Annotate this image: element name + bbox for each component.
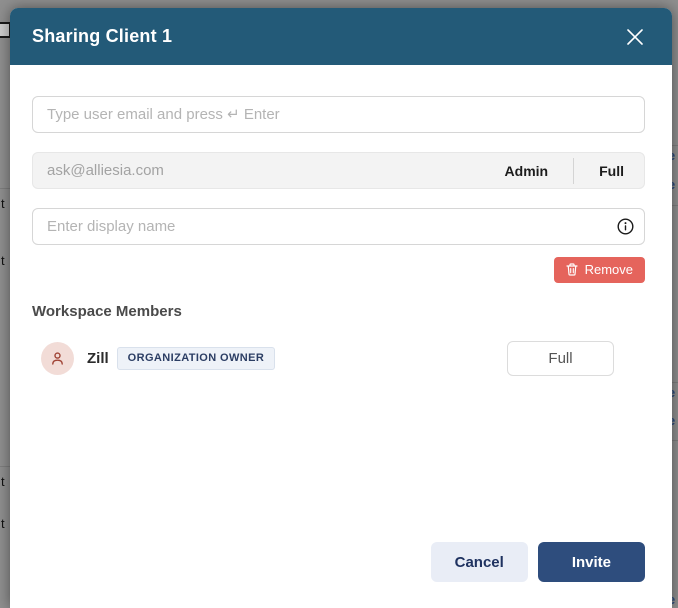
dialog-title: Sharing Client 1 <box>32 26 172 47</box>
dialog-header: Sharing Client 1 <box>10 8 672 65</box>
member-name: Zill <box>87 350 109 367</box>
trash-icon <box>566 263 578 276</box>
backdrop-divider <box>672 205 678 206</box>
backdrop-text-fragment: t <box>1 516 5 531</box>
dialog-footer: Cancel Invite <box>431 542 645 582</box>
backdrop-divider <box>0 188 10 189</box>
pending-invite-email: ask@alliesia.com <box>47 162 505 179</box>
permissions-divider <box>573 158 574 184</box>
remove-button-label: Remove <box>585 262 633 277</box>
pending-role-admin[interactable]: Admin <box>505 163 549 179</box>
display-name-input[interactable] <box>32 208 645 245</box>
backdrop-text-fragment: t <box>1 474 5 489</box>
member-role-badge: ORGANIZATION OWNER <box>117 347 276 370</box>
avatar <box>41 342 74 375</box>
remove-button[interactable]: Remove <box>554 257 645 283</box>
person-icon <box>50 351 65 366</box>
workspace-members-heading: Workspace Members <box>32 303 182 320</box>
member-access-button[interactable]: Full <box>507 341 614 376</box>
display-name-wrap <box>32 208 645 245</box>
backdrop-divider <box>672 382 678 383</box>
remove-row: Remove <box>554 257 645 283</box>
backdrop-divider <box>672 145 678 146</box>
close-icon[interactable] <box>622 24 648 50</box>
backdrop-text-fragment: t <box>1 196 5 211</box>
cancel-button[interactable]: Cancel <box>431 542 528 582</box>
backdrop-divider <box>0 466 10 467</box>
pending-invite-row: ask@alliesia.com Admin Full <box>32 152 645 189</box>
pending-access-full[interactable]: Full <box>599 163 624 179</box>
sharing-dialog: Sharing Client 1 ask@alliesia.com Admin … <box>10 8 672 608</box>
backdrop-divider <box>672 440 678 441</box>
backdrop-text-fragment: t <box>1 253 5 268</box>
email-input[interactable] <box>32 96 645 133</box>
invite-button[interactable]: Invite <box>538 542 645 582</box>
member-row: Zill ORGANIZATION OWNER Full <box>32 340 645 376</box>
info-icon[interactable] <box>617 218 634 235</box>
